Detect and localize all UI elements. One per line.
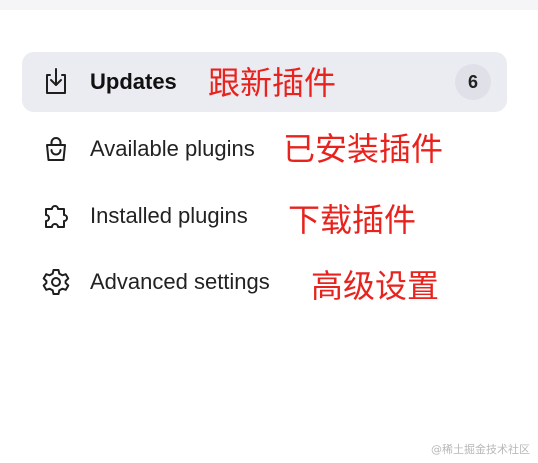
nav-item-label: Updates [90, 69, 177, 94]
nav-item-label: Available plugins [90, 136, 255, 161]
updates-count-badge: 6 [455, 64, 491, 100]
gear-icon [40, 266, 72, 298]
nav-item-label: Installed plugins [90, 203, 248, 228]
shopping-bag-icon [40, 133, 72, 165]
watermark: @稀土掘金技术社区 [431, 443, 530, 456]
nav-item-label: Advanced settings [90, 269, 270, 294]
annotation-installed-plugins: 下载插件 [288, 201, 417, 239]
top-bar-strip [0, 0, 538, 10]
annotation-advanced-settings: 高级设置 [311, 267, 440, 305]
nav-item-installed-plugins[interactable]: Installed plugins [22, 186, 507, 246]
annotation-available-plugins: 已安装插件 [283, 130, 444, 168]
download-tray-icon [40, 66, 72, 98]
puzzle-piece-icon [40, 200, 72, 232]
annotation-updates: 跟新插件 [208, 64, 337, 102]
